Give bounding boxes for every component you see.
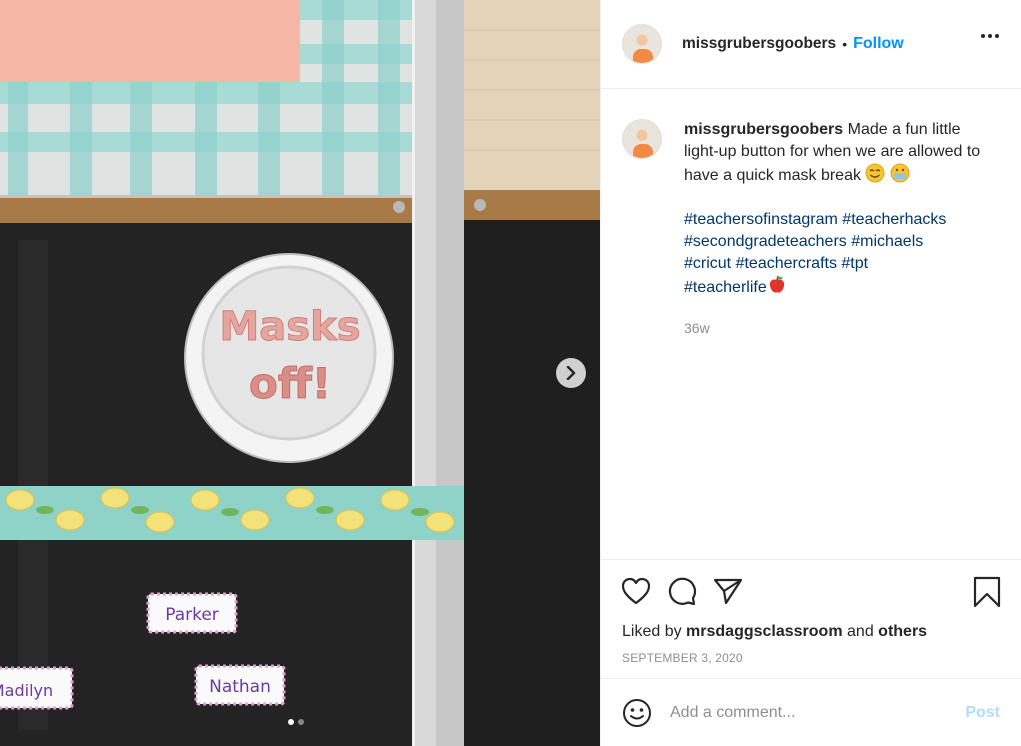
hashtags-line: #teacherlife	[684, 275, 989, 299]
heart-icon[interactable]	[621, 577, 651, 605]
liked-by: Liked by mrsdaggsclassroom and others	[601, 623, 1021, 641]
next-photo-button[interactable]	[556, 358, 586, 388]
chevron-right-icon	[566, 366, 576, 380]
caption-username[interactable]: missgrubersgoobers	[684, 121, 843, 138]
comment-box: Post	[601, 678, 1021, 746]
liked-prefix: Liked by	[622, 623, 682, 640]
caption-avatar[interactable]	[622, 119, 662, 159]
slide-indicator	[288, 719, 304, 725]
more-icon	[981, 34, 985, 38]
more-options-button[interactable]	[981, 34, 999, 38]
post-panel: missgrubersgoobers • Follow missgrubersg…	[600, 0, 1021, 746]
button-text-line1: Masks	[219, 304, 360, 350]
name-tag-madilyn: Madilyn	[0, 681, 53, 700]
liked-others-link[interactable]: others	[878, 623, 927, 640]
share-icon[interactable]	[713, 577, 743, 605]
name-tag-parker: Parker	[165, 605, 219, 625]
post-date[interactable]: SEPTEMBER 3, 2020	[601, 651, 1021, 665]
comment-input[interactable]	[670, 703, 940, 722]
hashtags-line[interactable]: #cricut #teachercrafts #tpt	[684, 253, 989, 275]
bookmark-icon[interactable]	[973, 576, 1001, 608]
hashtags-line[interactable]: #teachersofinstagram #teacherhacks	[684, 209, 989, 231]
avatar[interactable]	[622, 24, 662, 64]
slide-dot	[298, 719, 304, 725]
smiling-emoji-icon	[865, 163, 885, 183]
comment-icon[interactable]	[667, 576, 697, 606]
hashtags-line[interactable]: #secondgradeteachers #michaels	[684, 231, 989, 253]
button-text-line2: off!	[249, 359, 331, 408]
smiley-icon[interactable]	[622, 698, 652, 728]
face-with-mask-emoji-icon	[890, 163, 910, 183]
caption: missgrubersgoobers Made a fun little lig…	[684, 119, 989, 559]
post-header: missgrubersgoobers • Follow	[601, 0, 1021, 89]
author-username[interactable]: missgrubersgoobers	[682, 35, 836, 53]
post-age[interactable]: 36w	[684, 317, 989, 339]
apple-emoji-icon	[769, 275, 784, 293]
slide-dot-active	[288, 719, 294, 725]
hashtag[interactable]: #teacherlife	[684, 279, 767, 296]
name-tag-nathan: Nathan	[209, 677, 271, 697]
classroom-photo: Masks off! Parker Nathan Madilyn	[0, 0, 600, 746]
follow-button[interactable]: Follow	[853, 35, 904, 53]
action-icons	[601, 560, 1021, 622]
hashtags: #teachersofinstagram #teacherhacks #seco…	[684, 209, 989, 299]
post-photo[interactable]: Masks off! Parker Nathan Madilyn	[0, 0, 600, 746]
caption-area: missgrubersgoobers Made a fun little lig…	[601, 89, 1021, 559]
liked-user-link[interactable]: mrsdaggsclassroom	[686, 623, 843, 640]
header-separator: •	[842, 36, 848, 52]
post-button[interactable]: Post	[965, 704, 1000, 722]
liked-and: and	[847, 623, 874, 640]
